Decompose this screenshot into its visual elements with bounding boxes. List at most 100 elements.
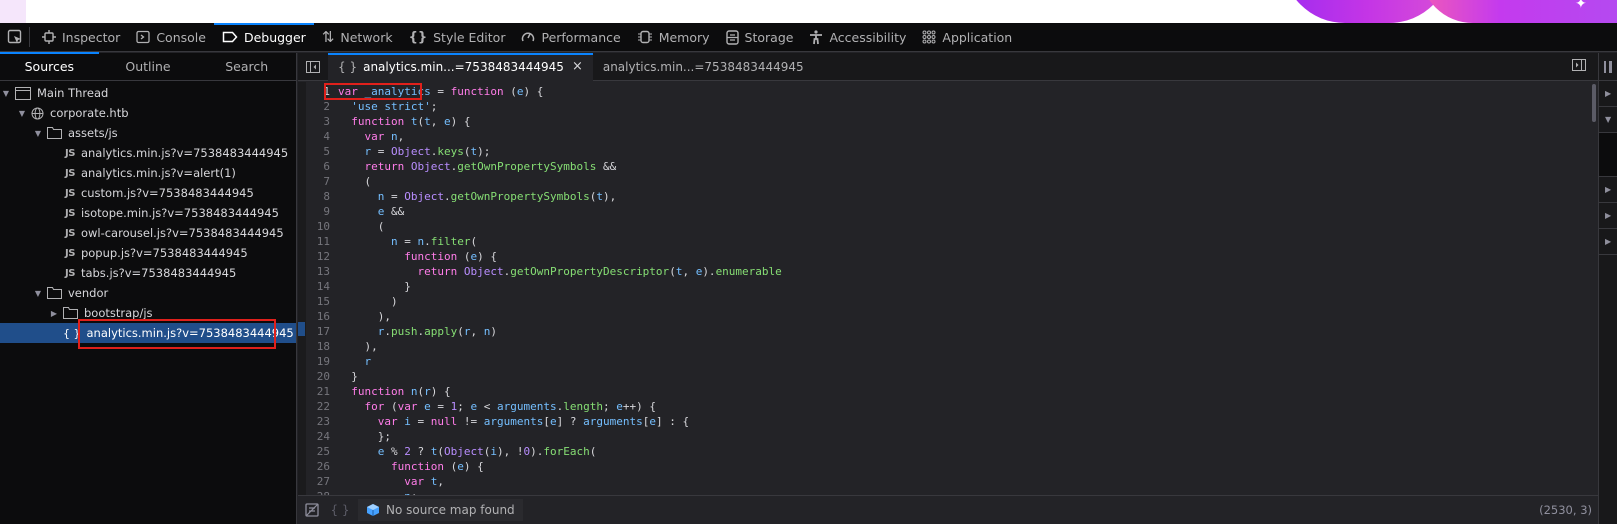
line-number[interactable]: 23	[306, 414, 338, 429]
code-editor[interactable]: 1 var _analytics = function (e) {2 'use s…	[298, 82, 1598, 495]
tab-search[interactable]: Search	[197, 53, 296, 80]
blackbox-button[interactable]	[298, 503, 326, 517]
code-line[interactable]: 12 function (e) {	[306, 249, 1586, 264]
tree-item-folder[interactable]: ▶ bootstrap/js	[0, 303, 296, 323]
code-line[interactable]: 6 return Object.getOwnPropertySymbols &&	[306, 159, 1586, 174]
code-line[interactable]: 8 n = Object.getOwnPropertySymbols(t),	[306, 189, 1586, 204]
code-line[interactable]: 14 }	[306, 279, 1586, 294]
tree-item-file[interactable]: JS analytics.min.js?v=alert(1)	[0, 163, 296, 183]
tree-item-folder[interactable]: ▼ assets/js	[0, 123, 296, 143]
accordion-header[interactable]: ▶	[1599, 229, 1617, 255]
code-line[interactable]: 13 return Object.getOwnPropertyDescripto…	[306, 264, 1586, 279]
tab-accessibility[interactable]: Accessibility	[801, 23, 914, 51]
accordion-header[interactable]: ▶	[1599, 81, 1617, 107]
code-line[interactable]: 22 for (var e = 1; e < arguments.length;…	[306, 399, 1586, 414]
code-line[interactable]: 16 ),	[306, 309, 1586, 324]
accordion-header[interactable]: ▶	[1599, 203, 1617, 229]
tab-outline[interactable]: Outline	[99, 53, 198, 80]
line-number[interactable]: 5	[306, 144, 338, 159]
expand-arrow-icon[interactable]: ▼	[16, 109, 28, 118]
line-number[interactable]: 18	[306, 339, 338, 354]
tree-item-file[interactable]: JS analytics.min.js?v=7538483444945	[0, 143, 296, 163]
source-tab-active[interactable]: { } analytics.min...=7538483444945 ×	[328, 52, 593, 81]
source-map-status[interactable]: No source map found	[358, 499, 523, 521]
code-line[interactable]: 25 e % 2 ? t(Object(i), !0).forEach(	[306, 444, 1586, 459]
toggle-right-panel-button[interactable]	[1572, 59, 1586, 74]
code-line[interactable]: 10 (	[306, 219, 1586, 234]
line-number[interactable]: 15	[306, 294, 338, 309]
line-number[interactable]: 4	[306, 129, 338, 144]
line-number[interactable]: 21	[306, 384, 338, 399]
code-line[interactable]: 19 r	[306, 354, 1586, 369]
tab-application[interactable]: Application	[914, 23, 1020, 51]
tab-console[interactable]: Console	[128, 23, 214, 51]
source-tab[interactable]: analytics.min...=7538483444945	[593, 53, 814, 81]
pause-icon[interactable]	[1609, 60, 1612, 73]
code-line[interactable]: 20 }	[306, 369, 1586, 384]
tab-style-editor[interactable]: {} Style Editor	[401, 23, 514, 51]
expand-arrow-icon[interactable]: ▼	[32, 289, 44, 298]
code-line[interactable]: 2 'use strict';	[306, 99, 1586, 114]
tree-item-file[interactable]: JS isotope.min.js?v=7538483444945	[0, 203, 296, 223]
expand-arrow-icon[interactable]: ▼	[32, 129, 44, 138]
line-number[interactable]: 13	[306, 264, 338, 279]
line-number[interactable]: 22	[306, 399, 338, 414]
pause-icon[interactable]	[1604, 60, 1606, 73]
tree-item-pretty-file[interactable]: { } analytics.min.js?v=7538483444945	[0, 319, 296, 349]
tab-performance[interactable]: Performance	[513, 23, 628, 51]
code-line[interactable]: 23 var i = null != arguments[e] ? argume…	[306, 414, 1586, 429]
code-line[interactable]: 27 var t,	[306, 474, 1586, 489]
tab-memory[interactable]: Memory	[629, 23, 718, 51]
close-tab-icon[interactable]: ×	[572, 59, 583, 74]
line-number[interactable]: 9	[306, 204, 338, 219]
tree-item-main-thread[interactable]: ▼ Main Thread	[0, 83, 296, 103]
code-line[interactable]: 26 function (e) {	[306, 459, 1586, 474]
tree-item-file[interactable]: JS custom.js?v=7538483444945	[0, 183, 296, 203]
line-number[interactable]: 20	[306, 369, 338, 384]
line-number[interactable]: 11	[306, 234, 338, 249]
code-line[interactable]: 24 };	[306, 429, 1586, 444]
code-line[interactable]: 1 var _analytics = function (e) {	[306, 84, 1586, 99]
line-number[interactable]: 7	[306, 174, 338, 189]
line-number[interactable]: 25	[306, 444, 338, 459]
line-number[interactable]: 27	[306, 474, 338, 489]
tree-item-folder[interactable]: ▼ vendor	[0, 283, 296, 303]
line-number[interactable]: 24	[306, 429, 338, 444]
tab-inspector[interactable]: Inspector	[34, 23, 128, 51]
tab-network[interactable]: ⇅ Network	[314, 23, 401, 51]
line-number[interactable]: 2	[306, 99, 338, 114]
line-number[interactable]: 8	[306, 189, 338, 204]
line-number[interactable]: 16	[306, 309, 338, 324]
code-line[interactable]: 5 r = Object.keys(t);	[306, 144, 1586, 159]
line-number[interactable]: 10	[306, 219, 338, 234]
toggle-sources-panel-button[interactable]	[298, 53, 328, 81]
accordion-header[interactable]: ▼	[1599, 107, 1617, 133]
line-number[interactable]: 3	[306, 114, 338, 129]
code-line[interactable]: 9 e &&	[306, 204, 1586, 219]
tree-item-domain[interactable]: ▼ corporate.htb	[0, 103, 296, 123]
code-line[interactable]: 21 function n(r) {	[306, 384, 1586, 399]
code-line[interactable]: 7 (	[306, 174, 1586, 189]
tab-sources[interactable]: Sources	[0, 52, 99, 80]
line-number[interactable]: 17	[306, 324, 338, 339]
line-number[interactable]: 19	[306, 354, 338, 369]
tab-storage[interactable]: Storage	[718, 23, 802, 51]
line-number[interactable]: 6	[306, 159, 338, 174]
element-picker-button[interactable]	[0, 27, 30, 47]
vertical-scrollbar[interactable]	[1592, 84, 1596, 122]
code-line[interactable]: 3 function t(t, e) {	[306, 114, 1586, 129]
code-line[interactable]: 11 n = n.filter(	[306, 234, 1586, 249]
expand-arrow-icon[interactable]: ▼	[0, 89, 12, 98]
line-number[interactable]: 12	[306, 249, 338, 264]
tree-item-file[interactable]: JS tabs.js?v=7538483444945	[0, 263, 296, 283]
tab-debugger[interactable]: Debugger	[213, 23, 314, 51]
tree-item-file[interactable]: JS owl-carousel.js?v=7538483444945	[0, 223, 296, 243]
accordion-header[interactable]: ▶	[1599, 177, 1617, 203]
code-line[interactable]: 18 ),	[306, 339, 1586, 354]
pretty-print-button[interactable]: { }	[326, 503, 354, 517]
code-line[interactable]: 17 r.push.apply(r, n)	[306, 324, 1586, 339]
line-number[interactable]: 14	[306, 279, 338, 294]
code-line[interactable]: 4 var n,	[306, 129, 1586, 144]
collapse-arrow-icon[interactable]: ▶	[48, 309, 60, 318]
line-number[interactable]: 26	[306, 459, 338, 474]
